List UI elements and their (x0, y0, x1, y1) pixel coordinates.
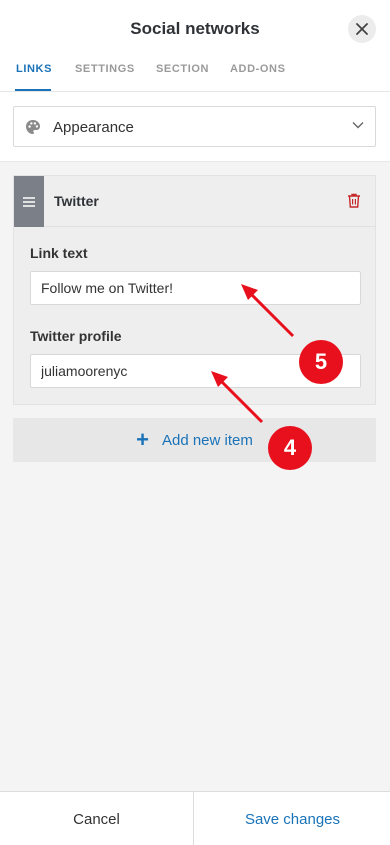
tab-section[interactable]: SECTION (156, 63, 209, 75)
twitter-profile-label: Twitter profile (30, 328, 122, 344)
dialog-footer: Cancel Save changes (0, 791, 390, 845)
cancel-button[interactable]: Cancel (0, 792, 194, 845)
add-new-item-button[interactable]: + Add new item (13, 418, 376, 462)
tab-settings[interactable]: SETTINGS (75, 63, 135, 75)
active-tab-indicator (15, 89, 51, 91)
chevron-down-icon (352, 122, 364, 129)
link-text-input[interactable] (30, 271, 361, 305)
item-header: Twitter (14, 176, 375, 227)
annotation-badge-4: 4 (268, 426, 312, 470)
add-new-item-label: Add new item (161, 431, 253, 449)
drag-handle[interactable] (14, 176, 44, 227)
tab-bar: LINKS SETTINGS SECTION ADD-ONS (0, 56, 390, 92)
close-button[interactable] (348, 15, 376, 43)
save-changes-button[interactable]: Save changes (195, 792, 390, 845)
dialog-header: Social networks (0, 0, 390, 56)
tab-links[interactable]: LINKS (16, 63, 52, 75)
tab-add-ons[interactable]: ADD-ONS (230, 63, 286, 75)
trash-icon[interactable] (347, 193, 361, 208)
drag-handle-icon (23, 196, 35, 207)
close-icon (356, 23, 368, 35)
palette-icon (26, 120, 40, 134)
dialog-title: Social networks (130, 19, 260, 38)
link-text-label: Link text (30, 245, 88, 261)
annotation-badge-5: 5 (299, 340, 343, 384)
appearance-dropdown[interactable]: Appearance (13, 106, 376, 147)
item-name: Twitter (54, 193, 99, 209)
appearance-label: Appearance (53, 119, 134, 136)
plus-icon: + (136, 427, 149, 452)
